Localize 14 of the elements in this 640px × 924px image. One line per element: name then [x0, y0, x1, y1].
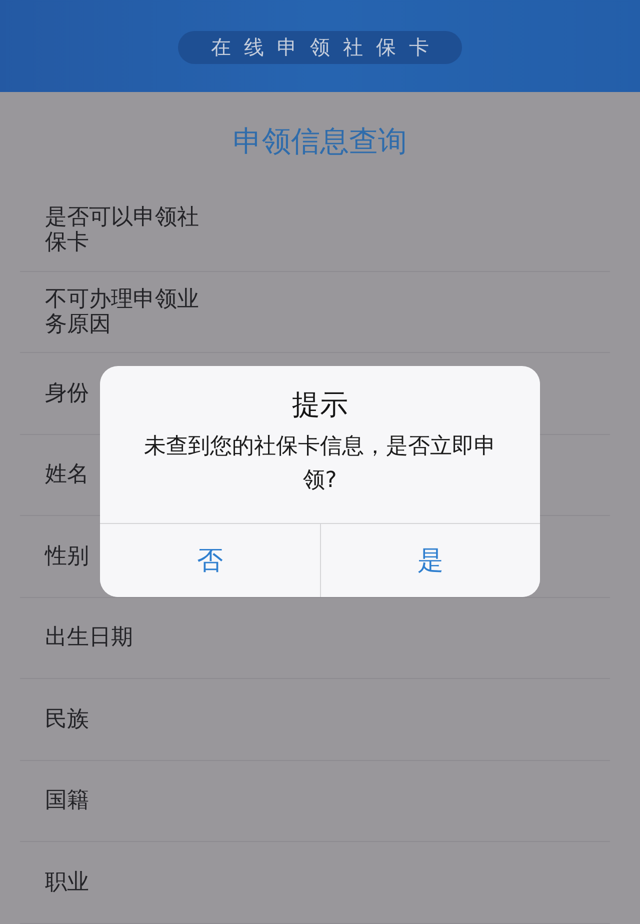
field-label: 国籍	[45, 788, 89, 814]
field-label: 姓名	[45, 462, 89, 488]
page-title: 申领信息查询	[233, 124, 407, 158]
field-label: 是否可以申领社保卡	[45, 205, 200, 256]
field-label: 身份	[45, 380, 89, 406]
dialog-message: 未查到您的社保卡信息，是否立即申领?	[143, 433, 497, 495]
dialog-title: 提示	[292, 387, 348, 423]
field-label: 职业	[45, 870, 89, 895]
field-label: 民族	[45, 706, 89, 732]
slogan-pill: 在线申领社保卡	[178, 31, 462, 64]
field-label: 不可办理申领业务原因	[45, 286, 200, 337]
field-label: 出生日期	[45, 625, 133, 650]
dialog-button[interactable]: 是	[320, 524, 540, 597]
field-label: 性别	[45, 544, 89, 569]
